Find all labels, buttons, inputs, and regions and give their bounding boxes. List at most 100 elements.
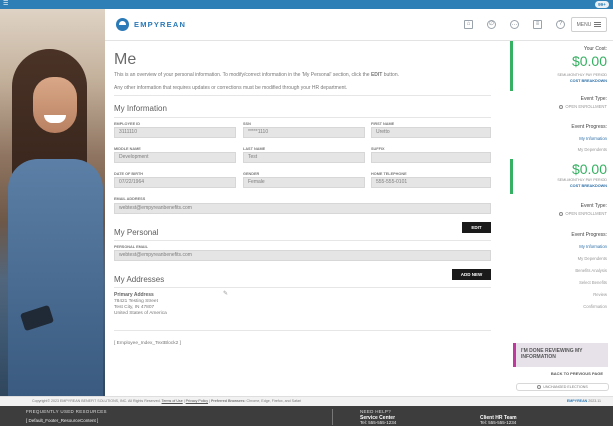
ssn-field: *****1110 bbox=[243, 127, 365, 138]
edit-button[interactable]: EDIT bbox=[462, 222, 491, 233]
suffix-field bbox=[371, 152, 491, 163]
progress-item[interactable]: My Dependents bbox=[578, 147, 607, 152]
footer: FREQUENTLY USED RESOURCES [ Default_Foot… bbox=[0, 406, 613, 426]
employee-id-field: 3111110 bbox=[114, 127, 236, 138]
cost-sidebar: Your Cost: $0.00 SEMI-MONTHLY PAY PERIOD… bbox=[510, 41, 613, 396]
page-title: Me bbox=[114, 51, 137, 68]
last-name-label: LAST NAME bbox=[243, 147, 266, 151]
cost-amount: $0.00 bbox=[571, 53, 607, 69]
header-icons: ⌂ ∅ … ≡ ? bbox=[464, 20, 565, 29]
progress-item[interactable]: My Information bbox=[579, 244, 607, 249]
middle-name-field: Development bbox=[114, 152, 236, 163]
frequent-resources-title: FREQUENTLY USED RESOURCES bbox=[26, 409, 107, 414]
back-to-previous-link[interactable]: BACK TO PREVIOUS PAGE bbox=[551, 371, 603, 376]
dob-label: DATE OF BIRTH bbox=[114, 172, 144, 176]
progress-item[interactable]: My Dependents bbox=[578, 256, 607, 261]
edit-address-pencil-icon[interactable]: ✎ bbox=[223, 291, 229, 297]
service-center-tel[interactable]: Tel: 555-555-1234 bbox=[360, 420, 396, 425]
cost-accent-bar-2 bbox=[510, 159, 513, 194]
event-progress-label-2: Event Progress: bbox=[571, 232, 607, 238]
address-type: Primary Address bbox=[114, 292, 154, 298]
divider bbox=[114, 240, 491, 241]
dob-field: 07/22/1964 bbox=[114, 177, 236, 188]
terms-link[interactable]: Terms of Use bbox=[162, 399, 183, 403]
home-icon[interactable]: ⌂ bbox=[464, 20, 473, 29]
resource-key-text: [ Employee_Index_TextBlock2 ] bbox=[114, 341, 181, 346]
intro-edit-word: EDIT bbox=[370, 72, 383, 78]
version-info: EMPYREAN 2023.11 bbox=[567, 397, 601, 406]
hamburger-icon[interactable]: ☰ bbox=[3, 1, 8, 8]
event-type-text-2: OPEN ENROLLMENT bbox=[565, 211, 607, 216]
brand-logo[interactable]: EMPYREAN bbox=[116, 18, 186, 31]
cost-breakdown-link-2[interactable]: COST BREAKDOWN bbox=[570, 184, 607, 188]
divider bbox=[114, 330, 491, 331]
cost-amount-2: $0.00 bbox=[571, 161, 607, 177]
email-label: EMAIL ADDRESS bbox=[114, 197, 146, 201]
notification-badge[interactable]: 99+ bbox=[595, 1, 609, 8]
question-icon[interactable]: ? bbox=[556, 20, 565, 29]
my-addresses-title: My Addresses bbox=[114, 275, 165, 284]
email-field: webtest@empyreanbenefits.com bbox=[114, 203, 491, 214]
photo-shirt bbox=[8, 159, 103, 396]
cost-period: SEMI-MONTHLY PAY PERIOD bbox=[557, 73, 607, 77]
add-new-button[interactable]: ADD NEW bbox=[452, 269, 491, 280]
intro-text: This is an overview of your personal inf… bbox=[114, 72, 371, 78]
progress-item[interactable]: My Information bbox=[579, 136, 607, 141]
middle-name-label: MIDDLE NAME bbox=[114, 147, 141, 151]
browsers-list: Chrome, Edge, Firefox, and Safari bbox=[246, 399, 302, 403]
document-icon[interactable]: ≡ bbox=[533, 20, 542, 29]
divider bbox=[114, 117, 491, 118]
unchanged-elections-label: UNCHANGED ELECTIONS bbox=[543, 385, 588, 389]
progress-item[interactable]: Select Benefits bbox=[579, 280, 607, 285]
event-progress-label: Event Progress: bbox=[571, 124, 607, 130]
gender-label: GENDER bbox=[243, 172, 260, 176]
copyright-text: Copyright© 2023 EMPYREAN BENEFIT SOLUTIO… bbox=[32, 399, 161, 403]
personal-email-label: PERSONAL EMAIL bbox=[114, 245, 148, 249]
first-name-field: Uretto bbox=[371, 127, 491, 138]
suffix-label: SUFFIX bbox=[371, 147, 385, 151]
event-type-value-2: OPEN ENROLLMENT bbox=[559, 211, 607, 216]
menu-button[interactable]: MENU bbox=[571, 17, 607, 32]
info-circle-icon bbox=[559, 212, 564, 216]
employee-id-label: EMPLOYEE ID bbox=[114, 122, 140, 126]
frequent-resources-content: [ Default_Footer_ResourceContent ] bbox=[26, 418, 99, 423]
version-number: 2023.11 bbox=[588, 399, 601, 403]
progress-item[interactable]: Benefits Analysis bbox=[575, 268, 607, 273]
progress-item[interactable]: Confirmation bbox=[583, 304, 607, 309]
cost-accent-bar bbox=[510, 41, 513, 91]
home-telephone-label: HOME TELEPHONE bbox=[371, 172, 407, 176]
event-type-value: OPEN ENROLLMENT bbox=[559, 104, 607, 109]
main-content: Me This is an overview of your personal … bbox=[105, 41, 494, 396]
logo-icon bbox=[116, 18, 129, 31]
footer-divider bbox=[332, 409, 333, 425]
brand-name: EMPYREAN bbox=[134, 20, 187, 29]
help-circle-icon[interactable]: ∅ bbox=[487, 20, 496, 29]
hero-photo bbox=[0, 9, 105, 396]
my-information-title: My Information bbox=[114, 104, 167, 113]
address-line-1: 78421 Testing Street bbox=[114, 299, 158, 304]
intro-text-end: button. bbox=[382, 72, 400, 78]
copyright-bar: Copyright© 2023 EMPYREAN BENEFIT SOLUTIO… bbox=[0, 396, 613, 406]
client-hr-tel[interactable]: Tel: 555-555-1234 bbox=[480, 420, 516, 425]
info-circle-icon bbox=[559, 105, 564, 109]
last-name-field: Test bbox=[243, 152, 365, 163]
personal-email-field: webtest@empyreanbenefits.com bbox=[114, 250, 491, 261]
event-type-label-2: Event Type: bbox=[580, 203, 607, 209]
first-name-label: FIRST NAME bbox=[371, 122, 395, 126]
my-personal-title: My Personal bbox=[114, 228, 159, 237]
address-line-3: United States of America bbox=[114, 311, 167, 316]
version-brand: EMPYREAN bbox=[566, 399, 588, 403]
home-telephone-field: 555-555-0101 bbox=[371, 177, 491, 188]
privacy-link[interactable]: Privacy Policy bbox=[186, 399, 208, 403]
ssn-label: SSN bbox=[243, 122, 251, 126]
browsers-label: Preferred Browsers: bbox=[210, 399, 246, 403]
chat-icon[interactable]: … bbox=[510, 20, 519, 29]
need-help-title: NEED HELP? bbox=[360, 409, 392, 414]
done-reviewing-button[interactable]: I'M DONE REVIEWING MY INFORMATION bbox=[513, 343, 608, 367]
progress-item[interactable]: Review bbox=[593, 292, 607, 297]
unchanged-elections-button[interactable]: UNCHANGED ELECTIONS bbox=[516, 383, 609, 391]
event-type-label: Event Type: bbox=[580, 96, 607, 102]
address-line-2: Test City, IN 47807 bbox=[114, 305, 155, 310]
header: EMPYREAN ⌂ ∅ … ≡ ? MENU bbox=[105, 9, 613, 41]
cost-breakdown-link[interactable]: COST BREAKDOWN bbox=[570, 79, 607, 83]
